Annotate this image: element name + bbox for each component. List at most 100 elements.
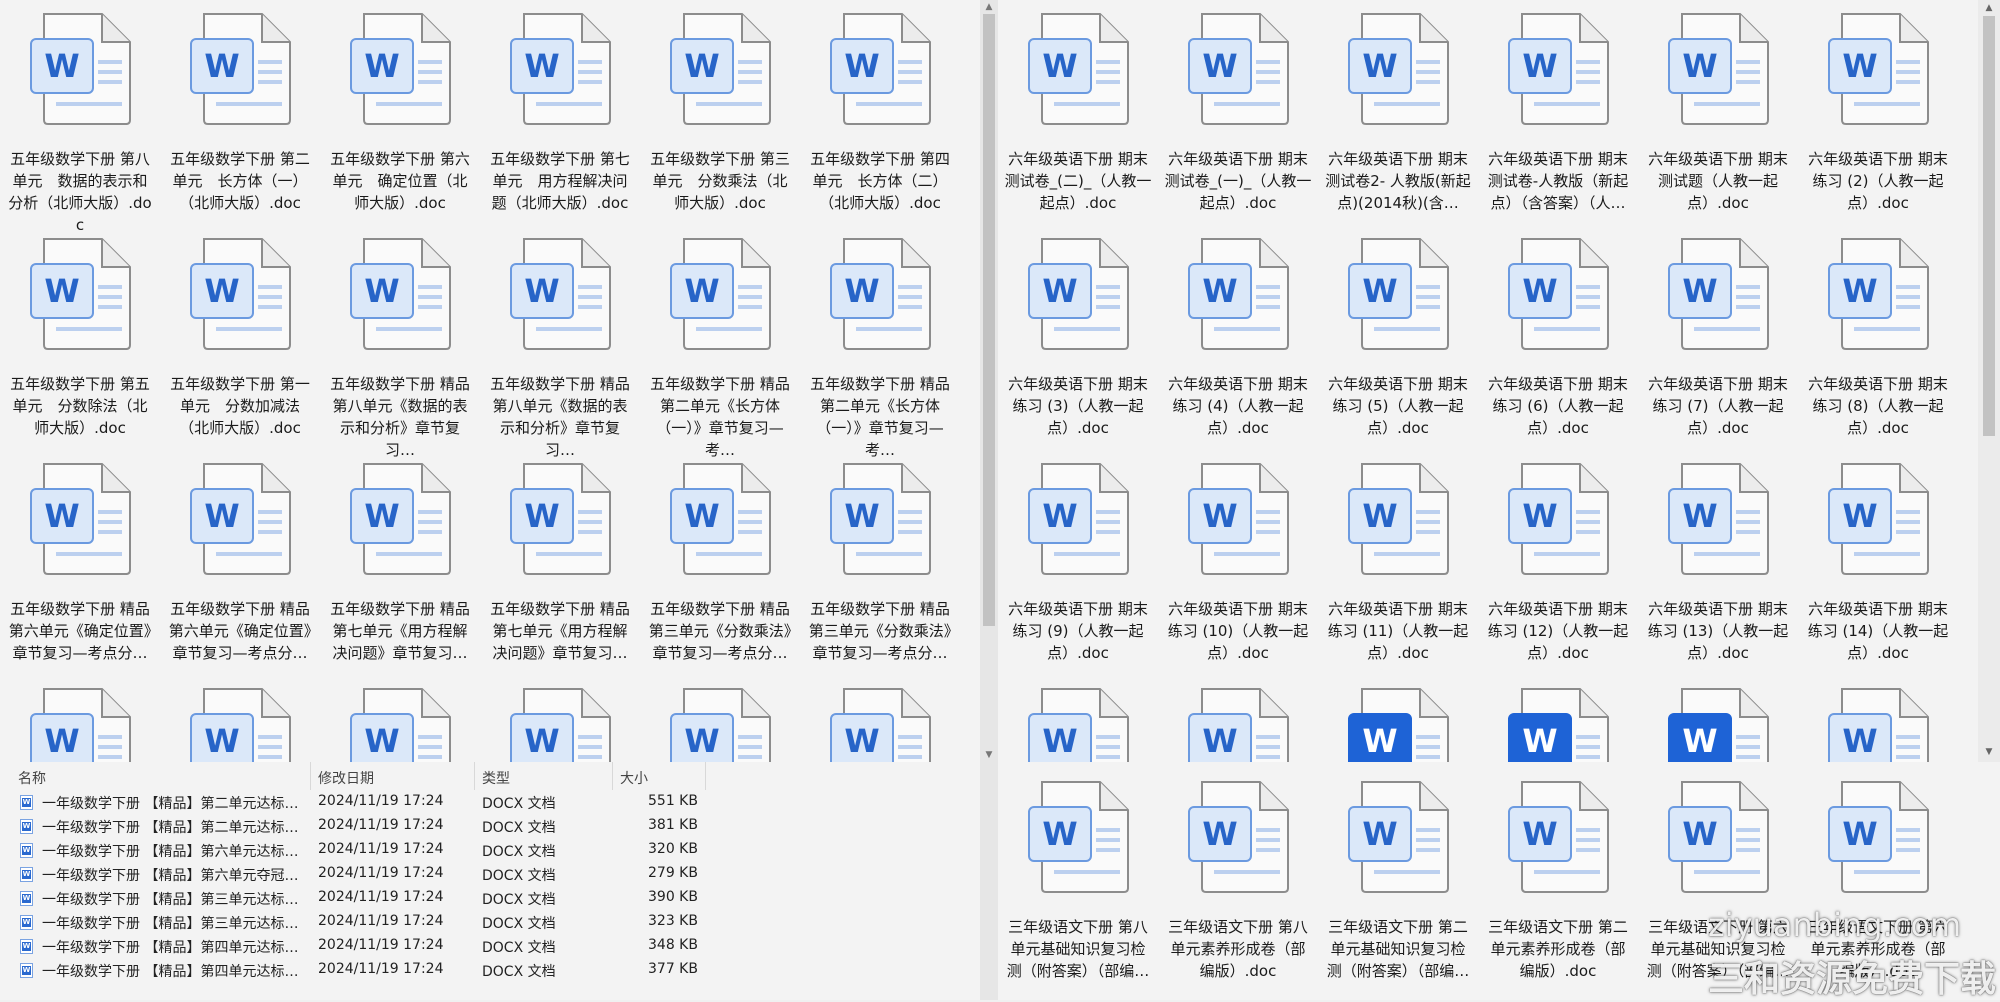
word-document-icon: W: [1344, 462, 1452, 576]
file-item[interactable]: W 六年级英语下册 期末练习 (2)（人教一起点）.doc: [1798, 12, 1958, 237]
table-row[interactable]: 一年级数学下册 【精品】第二单元达标… 2024/11/19 17:24 DOCX …: [0, 814, 980, 838]
file-item[interactable]: W 五年级数学下册 精品 第八单元《数据的表示和分析》章节复习…: [480, 237, 640, 462]
file-item[interactable]: W 五年级数学下册 第五单元 分数除法（北师大版）.doc: [0, 237, 160, 462]
scroll-down-arrow-icon[interactable]: ▼: [980, 748, 998, 762]
file-item[interactable]: W 五年级数学下册 第一单元 分数加减法（北师大版）.doc: [160, 237, 320, 462]
table-row[interactable]: 一年级数学下册 【精品】第三单元达标… 2024/11/19 17:24 DOCX …: [0, 886, 980, 910]
column-header-row: 名称 ⌃ 修改日期 类型 大小: [0, 762, 980, 790]
file-name-label: 五年级数学下册 第五单元 分数除法（北师大版）.doc: [10, 375, 150, 437]
table-row[interactable]: 一年级数学下册 【精品】第六单元夺冠… 2024/11/19 17:24 DOCX …: [0, 862, 980, 886]
vertical-scrollbar-left[interactable]: ▲ ▼: [980, 0, 998, 1000]
column-divider[interactable]: [612, 762, 613, 790]
file-item[interactable]: W 六年级英语下册 期末测试题（人教一起点）.doc: [1638, 12, 1798, 237]
scroll-down-arrow-icon[interactable]: ▼: [1978, 744, 2000, 760]
word-document-icon: W: [1824, 687, 1932, 762]
file-item[interactable]: W 六年级英语下册 期末练习 (9)（人教一起点）.doc: [998, 462, 1158, 687]
word-document-icon: [20, 867, 33, 882]
file-item[interactable]: W 六年级英语下册 期末练习 (4)（人教一起点）.doc: [1158, 237, 1318, 462]
word-document-icon: W: [1024, 237, 1132, 351]
file-item[interactable]: W 五年级数学下册 精品 第七单元《用方程解决问题》章节复习…: [480, 462, 640, 687]
file-item[interactable]: W 六年级英语下册 期末练习 (5)（人教一起点）.doc: [1318, 237, 1478, 462]
file-item[interactable]: W: [1158, 687, 1318, 762]
file-name-label: 六年级英语下册 期末练习 (10)（人教一起点）.doc: [1167, 600, 1309, 662]
file-item[interactable]: W: [1318, 687, 1478, 762]
cell-size: 377 KB: [648, 961, 698, 977]
file-item[interactable]: W 六年级英语下册 期末测试卷_(一)_（人教一起点）.doc: [1158, 12, 1318, 237]
file-item[interactable]: W 六年级英语下册 期末练习 (13)（人教一起点）.doc: [1638, 462, 1798, 687]
column-divider[interactable]: [310, 762, 311, 790]
word-document-icon: W: [1344, 237, 1452, 351]
scroll-up-arrow-icon[interactable]: ▲: [980, 0, 998, 14]
column-divider[interactable]: [705, 762, 706, 790]
scrollbar-thumb[interactable]: [1983, 16, 1995, 436]
file-item[interactable]: W: [1638, 687, 1798, 762]
file-item[interactable]: W 五年级数学下册 精品 第二单元《长方体（一）》章节复习—考…: [800, 237, 960, 462]
file-item[interactable]: W: [1798, 687, 1958, 762]
column-header-date[interactable]: 修改日期: [318, 768, 374, 788]
word-document-icon: W: [1344, 687, 1452, 762]
file-item[interactable]: W 五年级数学下册 第三单元 分数乘法（北师大版）.doc: [640, 12, 800, 237]
file-item[interactable]: W 六年级英语下册 期末练习 (14)（人教一起点）.doc: [1798, 462, 1958, 687]
file-item[interactable]: W 五年级数学下册 精品 第三单元《分数乘法》章节复习—考点分…: [640, 462, 800, 687]
word-document-icon: [20, 891, 33, 906]
file-item[interactable]: W 五年级数学下册 精品 第二单元《长方体（一）》章节复习—考…: [640, 237, 800, 462]
column-header-name[interactable]: 名称: [18, 768, 46, 788]
file-item[interactable]: W: [320, 687, 480, 762]
file-item[interactable]: W 六年级英语下册 期末测试卷2- 人教版(新起点)(2014秋)(含…: [1318, 12, 1478, 237]
column-header-size[interactable]: 大小: [620, 768, 648, 788]
file-item[interactable]: W: [160, 687, 320, 762]
file-item[interactable]: W 五年级数学下册 精品 第六单元《确定位置》章节复习—考点分…: [160, 462, 320, 687]
file-item[interactable]: W 三年级语文下册 第二单元素养形成卷（部编版）.doc: [1478, 780, 1638, 1000]
file-item[interactable]: W 五年级数学下册 第二单元 长方体（一）（北师大版）.doc: [160, 12, 320, 237]
word-document-icon: W: [26, 12, 134, 126]
file-item[interactable]: W: [1478, 687, 1638, 762]
file-item[interactable]: W 六年级英语下册 期末测试卷_(二)_（人教一起点）.doc: [998, 12, 1158, 237]
file-item[interactable]: W 五年级数学下册 精品 第八单元《数据的表示和分析》章节复习…: [320, 237, 480, 462]
file-item[interactable]: W 六年级英语下册 期末练习 (10)（人教一起点）.doc: [1158, 462, 1318, 687]
table-row[interactable]: 一年级数学下册 【精品】第二单元达标… 2024/11/19 17:24 DOCX …: [0, 790, 980, 814]
file-item[interactable]: W: [998, 687, 1158, 762]
bottom-left-details-pane: 名称 ⌃ 修改日期 类型 大小 一年级数学下册 【精品】第二单元达标… 2024/…: [0, 762, 980, 1000]
column-header-type[interactable]: 类型: [482, 768, 510, 788]
file-name-label: 三年级语文下册 第八单元基础知识复习检测（附答案）（部编…: [1006, 918, 1150, 980]
scroll-up-arrow-icon[interactable]: ▲: [1978, 0, 2000, 16]
file-name-label: 六年级英语下册 期末练习 (7)（人教一起点）.doc: [1648, 375, 1788, 437]
file-item[interactable]: W 六年级英语下册 期末测试卷-人教版（新起点）（含答案）（人…: [1478, 12, 1638, 237]
file-item[interactable]: W 六年级英语下册 期末练习 (11)（人教一起点）.doc: [1318, 462, 1478, 687]
file-item[interactable]: W 五年级数学下册 第四单元 长方体（二）（北师大版）.doc: [800, 12, 960, 237]
word-document-icon: W: [346, 462, 454, 576]
file-item[interactable]: W: [640, 687, 800, 762]
table-row[interactable]: 一年级数学下册 【精品】第四单元达标… 2024/11/19 17:24 DOCX …: [0, 958, 980, 982]
file-item[interactable]: W 三年级语文下册 第二单元基础知识复习检测（附答案）（部编…: [1318, 780, 1478, 1000]
file-item[interactable]: W 五年级数学下册 第八单元 数据的表示和分析（北师大版）.doc: [0, 12, 160, 237]
cell-type: DOCX 文档: [482, 916, 556, 932]
file-item[interactable]: W 五年级数学下册 精品 第六单元《确定位置》章节复习—考点分…: [0, 462, 160, 687]
file-item[interactable]: W 六年级英语下册 期末练习 (7)（人教一起点）.doc: [1638, 237, 1798, 462]
top-right-file-pane: W 六年级英语下册 期末测试卷_(二)_（人教一起点）.doc W 六年级英语下册 期…: [998, 0, 1978, 762]
cell-size: 323 KB: [648, 913, 698, 929]
word-document-icon: W: [666, 462, 774, 576]
file-item[interactable]: W: [800, 687, 960, 762]
file-name-label: 五年级数学下册 第六单元 确定位置（北师大版）.doc: [330, 150, 470, 212]
table-row[interactable]: 一年级数学下册 【精品】第四单元达标… 2024/11/19 17:24 DOCX …: [0, 934, 980, 958]
file-item[interactable]: W 三年级语文下册 第八单元素养形成卷（部编版）.doc: [1158, 780, 1318, 1000]
vertical-scrollbar-right[interactable]: ▲ ▼: [1978, 0, 2000, 762]
file-item[interactable]: W: [480, 687, 640, 762]
scrollbar-thumb[interactable]: [983, 14, 995, 626]
file-name-label: 六年级英语下册 期末练习 (11)（人教一起点）.doc: [1327, 600, 1469, 662]
file-item[interactable]: W 五年级数学下册 精品 第七单元《用方程解决问题》章节复习…: [320, 462, 480, 687]
file-item[interactable]: W 六年级英语下册 期末练习 (8)（人教一起点）.doc: [1798, 237, 1958, 462]
file-item[interactable]: W 六年级英语下册 期末练习 (6)（人教一起点）.doc: [1478, 237, 1638, 462]
table-row[interactable]: 一年级数学下册 【精品】第六单元达标… 2024/11/19 17:24 DOCX …: [0, 838, 980, 862]
word-document-icon: W: [346, 12, 454, 126]
file-item[interactable]: W 五年级数学下册 第六单元 确定位置（北师大版）.doc: [320, 12, 480, 237]
file-item[interactable]: W 三年级语文下册 第八单元基础知识复习检测（附答案）（部编…: [998, 780, 1158, 1000]
file-item[interactable]: W 五年级数学下册 精品 第三单元《分数乘法》章节复习—考点分…: [800, 462, 960, 687]
file-item[interactable]: W: [0, 687, 160, 762]
word-document-icon: W: [186, 687, 294, 762]
file-item[interactable]: W 六年级英语下册 期末练习 (3)（人教一起点）.doc: [998, 237, 1158, 462]
file-item[interactable]: W 六年级英语下册 期末练习 (12)（人教一起点）.doc: [1478, 462, 1638, 687]
column-divider[interactable]: [474, 762, 475, 790]
file-item[interactable]: W 五年级数学下册 第七单元 用方程解决问题（北师大版）.doc: [480, 12, 640, 237]
table-row[interactable]: 一年级数学下册 【精品】第三单元达标… 2024/11/19 17:24 DOCX …: [0, 910, 980, 934]
